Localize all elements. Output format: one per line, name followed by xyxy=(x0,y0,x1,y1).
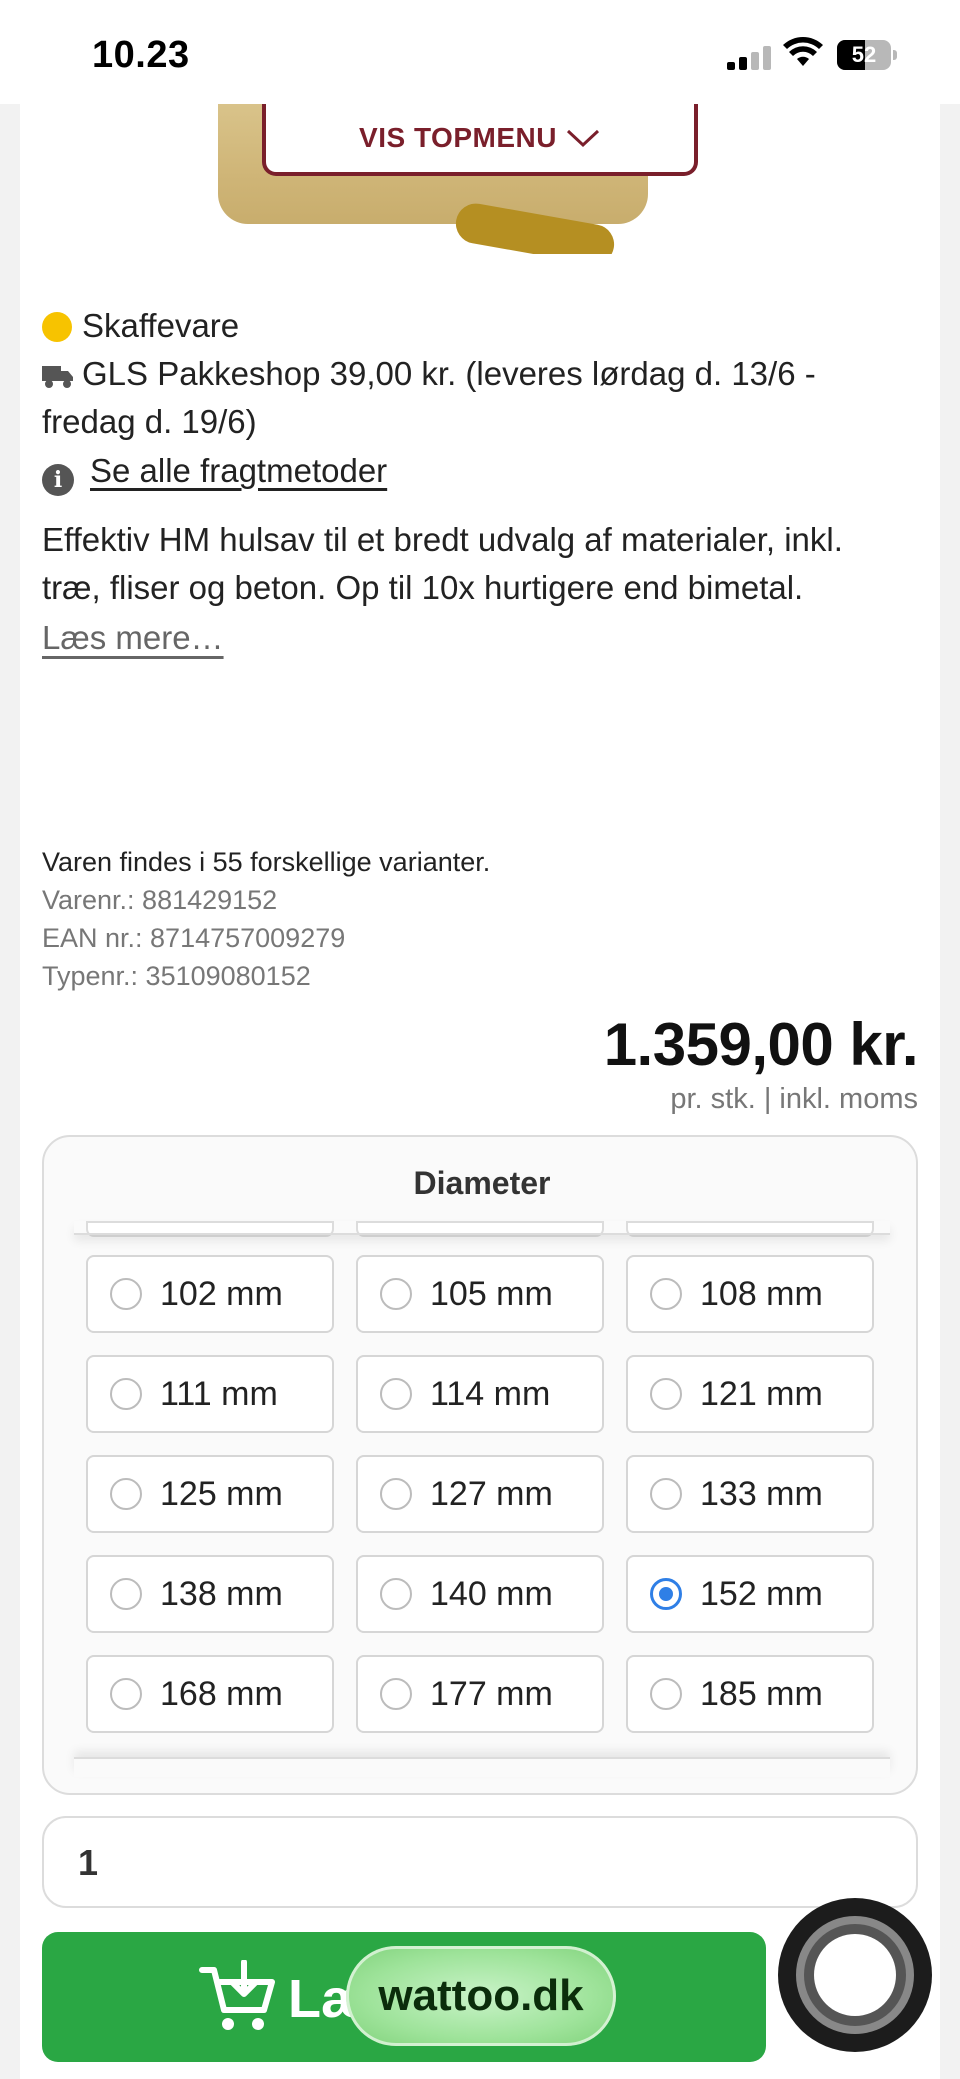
item-number: Varenr.: 881429152 xyxy=(42,885,278,915)
radio-button[interactable] xyxy=(110,1678,142,1710)
wattoo-badge[interactable]: wattoo.dk xyxy=(346,1946,616,2046)
show-topmenu-label: VIS TOPMENU xyxy=(359,122,557,153)
product-description: Effektiv HM hulsav til et bredt udvalg a… xyxy=(42,516,922,612)
stock-status-dot xyxy=(42,312,72,342)
diameter-option-label: 127 mm xyxy=(430,1474,553,1513)
diameter-option[interactable]: 138 mm xyxy=(86,1555,334,1633)
diameter-option-label: 111 mm xyxy=(160,1374,278,1413)
radio-button[interactable] xyxy=(380,1278,412,1310)
diameter-option[interactable]: 105 mm xyxy=(356,1255,604,1333)
all-shipping-methods-link[interactable]: Se alle fragtmetoder xyxy=(90,452,387,489)
diameter-option[interactable]: 114 mm xyxy=(356,1355,604,1433)
quantity-value: 1 xyxy=(78,1842,99,1883)
shipping-line-2: fredag d. 19/6) xyxy=(42,403,257,440)
product-price: 1.359,00 kr. xyxy=(603,1011,919,1078)
diameter-option[interactable]: 133 mm xyxy=(626,1455,874,1533)
variants-info: Varen findes i 55 forskellige varianter. xyxy=(42,847,491,877)
diameter-option[interactable]: 125 mm xyxy=(86,1455,334,1533)
radio-button[interactable] xyxy=(110,1478,142,1510)
radio-button[interactable] xyxy=(650,1278,682,1310)
chat-button[interactable] xyxy=(778,1898,932,2052)
diameter-option-label: 168 mm xyxy=(160,1674,283,1713)
diameter-option[interactable]: 108 mm xyxy=(626,1255,874,1333)
chevron-down-icon xyxy=(566,129,599,148)
diameter-option-label: 108 mm xyxy=(700,1274,823,1313)
diameter-option[interactable]: 168 mm xyxy=(86,1655,334,1733)
diameter-option-label: 121 mm xyxy=(700,1374,823,1413)
diameter-option-label: 185 mm xyxy=(700,1674,823,1713)
wattoo-label: wattoo.dk xyxy=(378,1971,584,2020)
diameter-option-selected[interactable]: 152 mm xyxy=(626,1555,874,1633)
radio-button[interactable] xyxy=(110,1578,142,1610)
shipping-info: GLS Pakkeshop 39,00 kr. (leveres lørdag … xyxy=(42,350,816,398)
diameter-option-label: 140 mm xyxy=(430,1574,553,1613)
read-more-link[interactable]: Læs mere… xyxy=(42,614,224,662)
diameter-option[interactable]: 127 mm xyxy=(356,1455,604,1533)
page: 10.23 52 VIS TOPMENU Skaffevare GLS Pakk… xyxy=(0,0,960,2079)
diameter-option[interactable]: 185 mm xyxy=(626,1655,874,1733)
diameter-option-label: 133 mm xyxy=(700,1474,823,1513)
ean-number: EAN nr.: 8714757009279 xyxy=(42,923,346,953)
radio-button[interactable] xyxy=(650,1378,682,1410)
stock-status: Skaffevare xyxy=(42,302,239,350)
status-time: 10.23 xyxy=(92,34,190,76)
diameter-option-label: 105 mm xyxy=(430,1274,553,1313)
show-topmenu-button[interactable]: VIS TOPMENU xyxy=(262,104,698,176)
price-note: pr. stk. | inkl. moms xyxy=(670,1083,918,1115)
cart-add-icon xyxy=(199,1960,275,2030)
diameter-option-label: 177 mm xyxy=(430,1674,553,1713)
diameter-option[interactable]: 177 mm xyxy=(356,1655,604,1733)
chat-icon xyxy=(796,1916,914,2034)
scroll-fade-top xyxy=(74,1221,890,1235)
radio-button[interactable] xyxy=(110,1378,142,1410)
all-shipping-methods[interactable]: i Se alle fragtmetoder xyxy=(42,447,387,496)
signal-icon xyxy=(727,46,771,70)
type-number: Typenr.: 35109080152 xyxy=(42,961,311,991)
wifi-icon xyxy=(783,37,823,66)
diameter-title: Diameter xyxy=(413,1165,551,1201)
status-bar: 10.23 52 xyxy=(0,0,960,104)
diameter-option-label: 125 mm xyxy=(160,1474,283,1513)
truck-icon xyxy=(42,366,73,388)
diameter-option-label: 152 mm xyxy=(700,1574,823,1613)
quantity-input[interactable]: 1 xyxy=(42,1816,918,1908)
info-icon: i xyxy=(42,464,74,496)
radio-button[interactable] xyxy=(650,1678,682,1710)
diameter-option[interactable]: 121 mm xyxy=(626,1355,874,1433)
diameter-option[interactable]: 140 mm xyxy=(356,1555,604,1633)
diameter-option-label: 102 mm xyxy=(160,1274,283,1313)
radio-button[interactable] xyxy=(380,1478,412,1510)
battery-icon: 52 xyxy=(837,40,897,70)
radio-button[interactable] xyxy=(380,1678,412,1710)
description-line-2: træ, fliser og beton. Op til 10x hurtige… xyxy=(42,569,804,606)
diameter-selector[interactable]: Diameter 102 mm 105 mm 108 mm 111 mm 114… xyxy=(42,1135,918,1795)
shipping-line-1: GLS Pakkeshop 39,00 kr. (leveres lørdag … xyxy=(82,355,816,392)
stock-status-label: Skaffevare xyxy=(82,307,240,344)
description-line-1: Effektiv HM hulsav til et bredt udvalg a… xyxy=(42,521,843,558)
radio-button[interactable] xyxy=(650,1478,682,1510)
diameter-option[interactable]: 111 mm xyxy=(86,1355,334,1433)
battery-level: 52 xyxy=(851,42,877,67)
scroll-fade-bottom xyxy=(74,1757,890,1777)
radio-button-selected[interactable] xyxy=(650,1578,682,1610)
radio-button[interactable] xyxy=(110,1278,142,1310)
radio-button[interactable] xyxy=(380,1578,412,1610)
diameter-option[interactable]: 102 mm xyxy=(86,1255,334,1333)
diameter-option-label: 114 mm xyxy=(430,1374,551,1413)
radio-button[interactable] xyxy=(380,1378,412,1410)
diameter-option-label: 138 mm xyxy=(160,1574,283,1613)
